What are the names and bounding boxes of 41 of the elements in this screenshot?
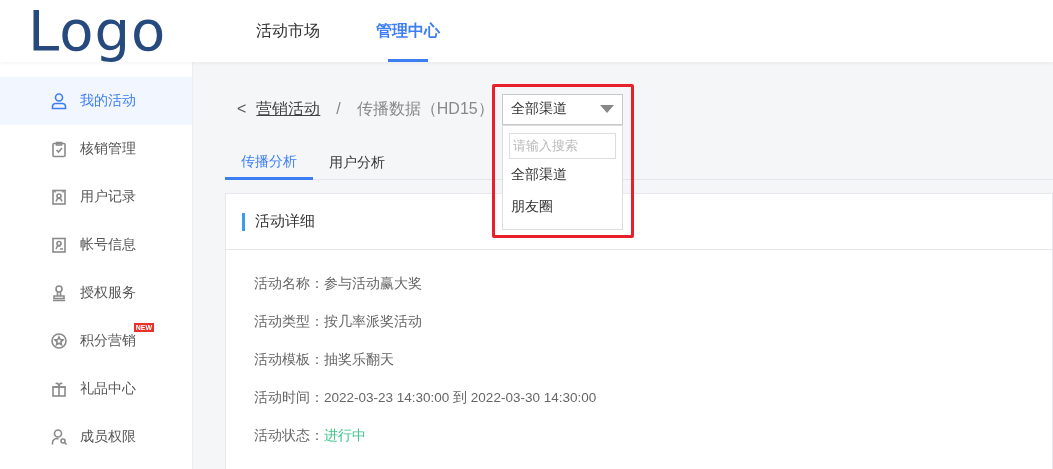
star-circle-icon bbox=[50, 332, 68, 350]
sidebar-item[interactable]: 我的活动 bbox=[0, 77, 192, 125]
clipboard-check-icon bbox=[50, 140, 68, 158]
caret-icon bbox=[599, 105, 614, 113]
sidebar-item[interactable]: 帐号信息 bbox=[0, 221, 192, 269]
sidebar-item[interactable]: 授权服务 bbox=[0, 269, 192, 317]
channel-dropdown[interactable]: 全部渠道 bbox=[501, 93, 623, 125]
field-label: 活动名称： bbox=[254, 275, 324, 293]
search-field[interactable]: 请输入搜索 bbox=[508, 132, 616, 159]
field-label: 活动时间： bbox=[254, 389, 324, 407]
status-text: 进行中 bbox=[324, 427, 366, 445]
card-title: 活动详细 bbox=[255, 212, 315, 231]
sidebar-item[interactable]: 核销管理 bbox=[0, 125, 192, 173]
dropdown-option[interactable]: 朋友圈 bbox=[508, 190, 616, 223]
nav-tab[interactable]: 管理中心 bbox=[348, 0, 468, 62]
field-value: 参与活动赢大奖 bbox=[324, 275, 422, 293]
title-accent-bar bbox=[242, 212, 245, 231]
back-button[interactable]: < bbox=[237, 100, 247, 118]
id-card-icon bbox=[50, 188, 68, 206]
sidebar-item[interactable]: 礼品中心 bbox=[0, 365, 192, 413]
field-value: 2022-03-23 14:30:00 到 2022-03-30 14:30:00 bbox=[324, 389, 597, 407]
breadcrumb-link[interactable]: 营销活动 bbox=[256, 98, 321, 120]
field-label: 活动模板： bbox=[254, 351, 324, 369]
tab[interactable]: 用户分析 bbox=[313, 146, 401, 179]
field-value: 按几率派奖活动 bbox=[324, 313, 422, 331]
field-value: 抽奖乐翻天 bbox=[324, 351, 394, 369]
dropdown-option[interactable]: 全部渠道 bbox=[508, 158, 616, 191]
stamp-icon bbox=[50, 284, 68, 302]
id-card-icon bbox=[50, 236, 68, 254]
sidebar-item[interactable]: 成员权限 bbox=[0, 413, 192, 461]
person-icon bbox=[50, 92, 68, 110]
breadcrumb-current: 传播数据（HD15） bbox=[356, 98, 494, 119]
field-label: 活动类型： bbox=[254, 313, 324, 331]
breadcrumb-separator: / bbox=[336, 100, 341, 118]
field-label: 活动状态： bbox=[254, 427, 324, 445]
tab[interactable]: 传播分析 bbox=[225, 146, 313, 180]
nav-tab[interactable]: 活动市场 bbox=[228, 0, 348, 62]
person-key-icon bbox=[50, 428, 68, 446]
logo: Logo bbox=[28, 0, 168, 62]
sidebar-item[interactable]: 用户记录 bbox=[0, 173, 192, 221]
gift-icon bbox=[50, 380, 68, 398]
